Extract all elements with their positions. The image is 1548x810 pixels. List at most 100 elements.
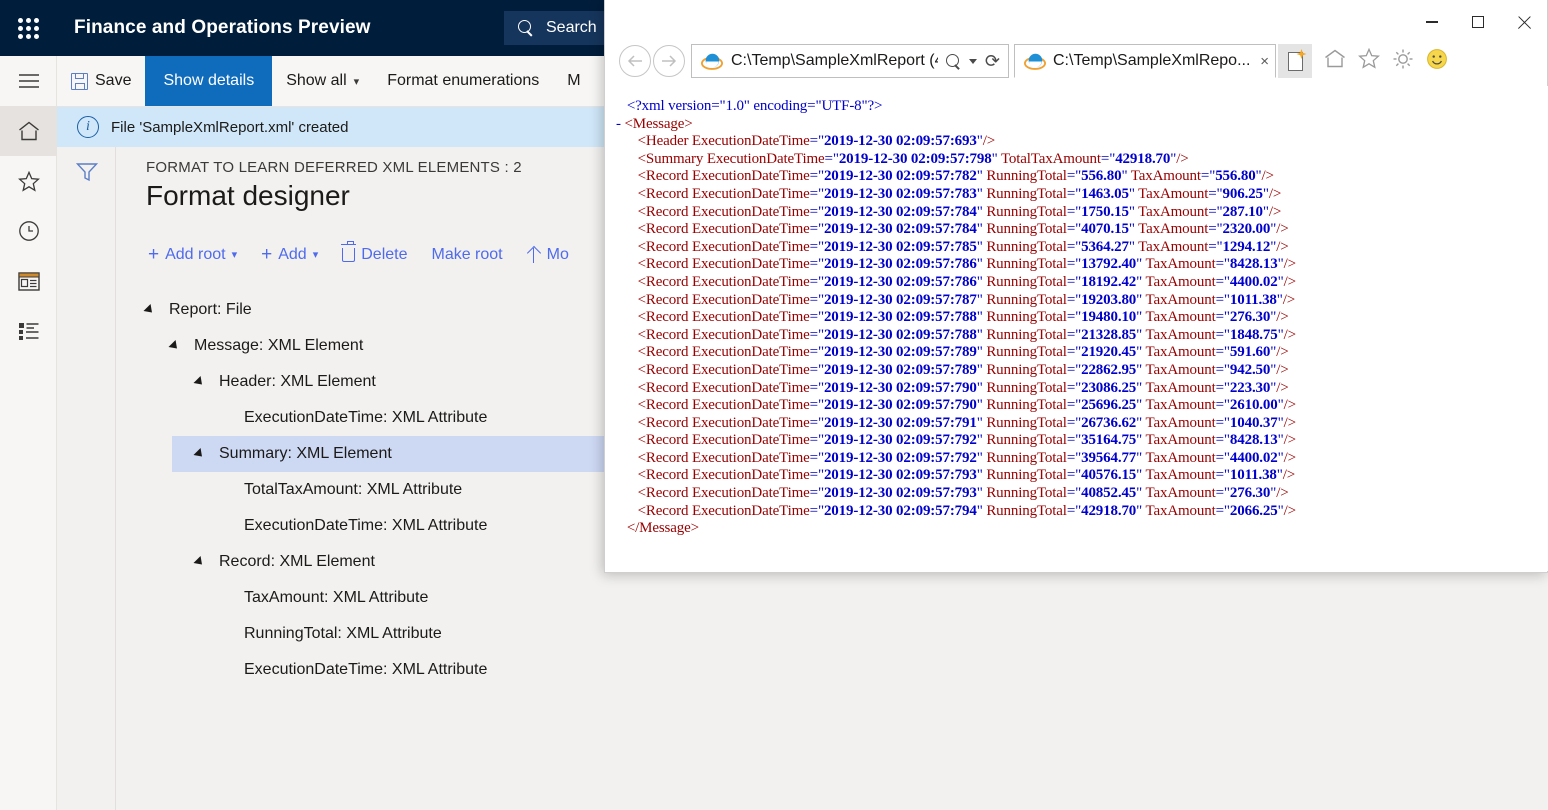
- workspace-icon: [17, 271, 40, 291]
- filter-column: [57, 147, 116, 810]
- home-icon: [18, 121, 39, 141]
- sidebar-item-recent[interactable]: [0, 206, 57, 256]
- recent-clock-icon: [18, 221, 39, 241]
- funnel-glyph: [75, 163, 99, 182]
- more-commands-button[interactable]: M: [553, 56, 594, 106]
- address-bar[interactable]: C:\Temp\SampleXmlReport (4).xml ⟳: [691, 44, 1009, 78]
- chevron-down-icon: ▾: [353, 75, 360, 88]
- tree-row[interactable]: TaxAmount: XML Attribute: [116, 580, 1548, 616]
- new-tab-button[interactable]: [1278, 44, 1312, 78]
- xml-line: <Record ExecutionDateTime="2019-12-30 02…: [637, 168, 1274, 185]
- show-details-button[interactable]: Show details: [145, 56, 273, 106]
- xml-line: <Record ExecutionDateTime="2019-12-30 02…: [637, 326, 1296, 343]
- search-icon: [518, 20, 534, 36]
- browser-tab[interactable]: C:\Temp\SampleXmlRepo... ×: [1014, 44, 1276, 78]
- format-enumerations-label: Format enumerations: [387, 72, 540, 89]
- tree-row[interactable]: RunningTotal: XML Attribute: [116, 616, 1548, 652]
- sidebar-item-favorites[interactable]: [0, 156, 57, 206]
- message-bar-text: File 'SampleXmlReport.xml' created: [111, 118, 349, 136]
- xml-line: <Record ExecutionDateTime="2019-12-30 02…: [637, 273, 1296, 290]
- waffle-grid: [17, 17, 39, 39]
- plus-icon: +: [261, 244, 273, 265]
- ie-logo-icon: [701, 53, 723, 70]
- back-button[interactable]: [619, 45, 651, 77]
- xml-line: <Record ExecutionDateTime="2019-12-30 02…: [637, 485, 1289, 502]
- expand-caret-icon[interactable]: [193, 375, 206, 389]
- favorites-star-icon[interactable]: [1358, 47, 1380, 74]
- tree-row[interactable]: ExecutionDateTime: XML Attribute: [116, 652, 1548, 688]
- tree-row-label: Message: XML Element: [194, 337, 364, 354]
- home-icon[interactable]: [1324, 49, 1346, 73]
- info-icon: i: [77, 116, 99, 138]
- move-up-button[interactable]: Mo: [517, 242, 579, 268]
- make-root-button[interactable]: Make root: [421, 242, 512, 268]
- delete-label: Delete: [361, 245, 408, 263]
- xml-line: <Record ExecutionDateTime="2019-12-30 02…: [637, 414, 1296, 431]
- tree-row-label: RunningTotal: XML Attribute: [244, 625, 442, 642]
- xml-line: <Record ExecutionDateTime="2019-12-30 02…: [637, 449, 1296, 466]
- move-up-label: Mo: [546, 245, 569, 263]
- plus-icon: +: [148, 244, 160, 265]
- search-placeholder: Search: [546, 19, 597, 36]
- show-details-label: Show details: [163, 72, 255, 89]
- browser-navigation-bar: C:\Temp\SampleXmlReport (4).xml ⟳ C:\Tem…: [605, 38, 1548, 84]
- add-root-button[interactable]: + Add root ▾: [138, 241, 247, 268]
- tree-row-label: Header: XML Element: [219, 373, 376, 390]
- expand-caret-icon[interactable]: [193, 555, 206, 569]
- forward-button[interactable]: [653, 45, 685, 77]
- chevron-down-icon[interactable]: [968, 58, 977, 64]
- designer-toolbar: + Add root ▾ + Add ▾ Delete Make root Mo: [138, 240, 579, 268]
- filter-funnel-icon[interactable]: [75, 162, 99, 187]
- feedback-smiley-icon[interactable]: [1426, 48, 1448, 75]
- expand-caret-icon[interactable]: [143, 303, 156, 317]
- left-navigation-rail: [0, 56, 57, 810]
- gear-glyph: [1393, 49, 1413, 68]
- save-button[interactable]: Save: [57, 56, 145, 106]
- xml-line: <Record ExecutionDateTime="2019-12-30 02…: [637, 309, 1289, 326]
- xml-line: <Record ExecutionDateTime="2019-12-30 02…: [637, 238, 1289, 255]
- xml-line: - <Message>: [616, 115, 693, 132]
- tree-row-label: ExecutionDateTime: XML Attribute: [244, 409, 488, 426]
- sidebar-item-home[interactable]: [0, 106, 57, 156]
- close-icon[interactable]: ×: [1260, 53, 1269, 70]
- xml-line: <Record ExecutionDateTime="2019-12-30 02…: [637, 379, 1289, 396]
- tree-row-label: ExecutionDateTime: XML Attribute: [244, 517, 488, 534]
- home-glyph: [1325, 49, 1345, 68]
- back-arrow-icon: [627, 55, 642, 67]
- refresh-icon[interactable]: ⟳: [985, 52, 1000, 70]
- more-commands-label: M: [567, 72, 581, 89]
- forward-arrow-icon: [662, 55, 677, 67]
- xml-line: <Record ExecutionDateTime="2019-12-30 02…: [637, 397, 1296, 414]
- format-enumerations-button[interactable]: Format enumerations: [373, 56, 553, 106]
- new-tab-spark: [1296, 48, 1306, 59]
- show-all-button[interactable]: Show all ▾: [272, 56, 373, 106]
- xml-line: <Record ExecutionDateTime="2019-12-30 02…: [637, 344, 1289, 361]
- smiley-glyph: [1427, 48, 1447, 69]
- xml-line: <Record ExecutionDateTime="2019-12-30 02…: [637, 185, 1282, 202]
- hamburger-glyph: [18, 74, 39, 88]
- browser-tab-title: C:\Temp\SampleXmlRepo...: [1053, 52, 1251, 69]
- delete-button[interactable]: Delete: [332, 240, 417, 268]
- hamburger-menu-icon[interactable]: [0, 56, 57, 106]
- sidebar-item-workspaces[interactable]: [0, 256, 57, 306]
- maximize-icon: [1472, 16, 1484, 28]
- xml-line: <Summary ExecutionDateTime="2019-12-30 0…: [637, 150, 1189, 167]
- expand-caret-icon[interactable]: [193, 447, 206, 461]
- add-button[interactable]: + Add ▾: [251, 241, 328, 268]
- add-label: Add: [278, 245, 307, 263]
- expand-caret-icon[interactable]: [168, 339, 181, 353]
- app-launcher-icon[interactable]: [0, 0, 56, 56]
- sidebar-item-modules[interactable]: [0, 306, 57, 356]
- save-label: Save: [95, 72, 132, 89]
- tree-row-label: Report: File: [169, 301, 252, 318]
- settings-gear-icon[interactable]: [1392, 48, 1414, 75]
- xml-line: <Record ExecutionDateTime="2019-12-30 02…: [637, 291, 1296, 308]
- up-arrow-icon: [527, 247, 541, 263]
- browser-toolbar-icons: [1324, 47, 1448, 75]
- ie-logo-icon: [1024, 53, 1046, 70]
- xml-line: <Record ExecutionDateTime="2019-12-30 02…: [637, 221, 1289, 238]
- xml-line: <?xml version="1.0" encoding="UTF-8"?>: [626, 98, 883, 114]
- save-icon: [71, 72, 88, 90]
- search-icon[interactable]: [945, 53, 961, 69]
- chevron-down-icon: ▾: [231, 249, 238, 261]
